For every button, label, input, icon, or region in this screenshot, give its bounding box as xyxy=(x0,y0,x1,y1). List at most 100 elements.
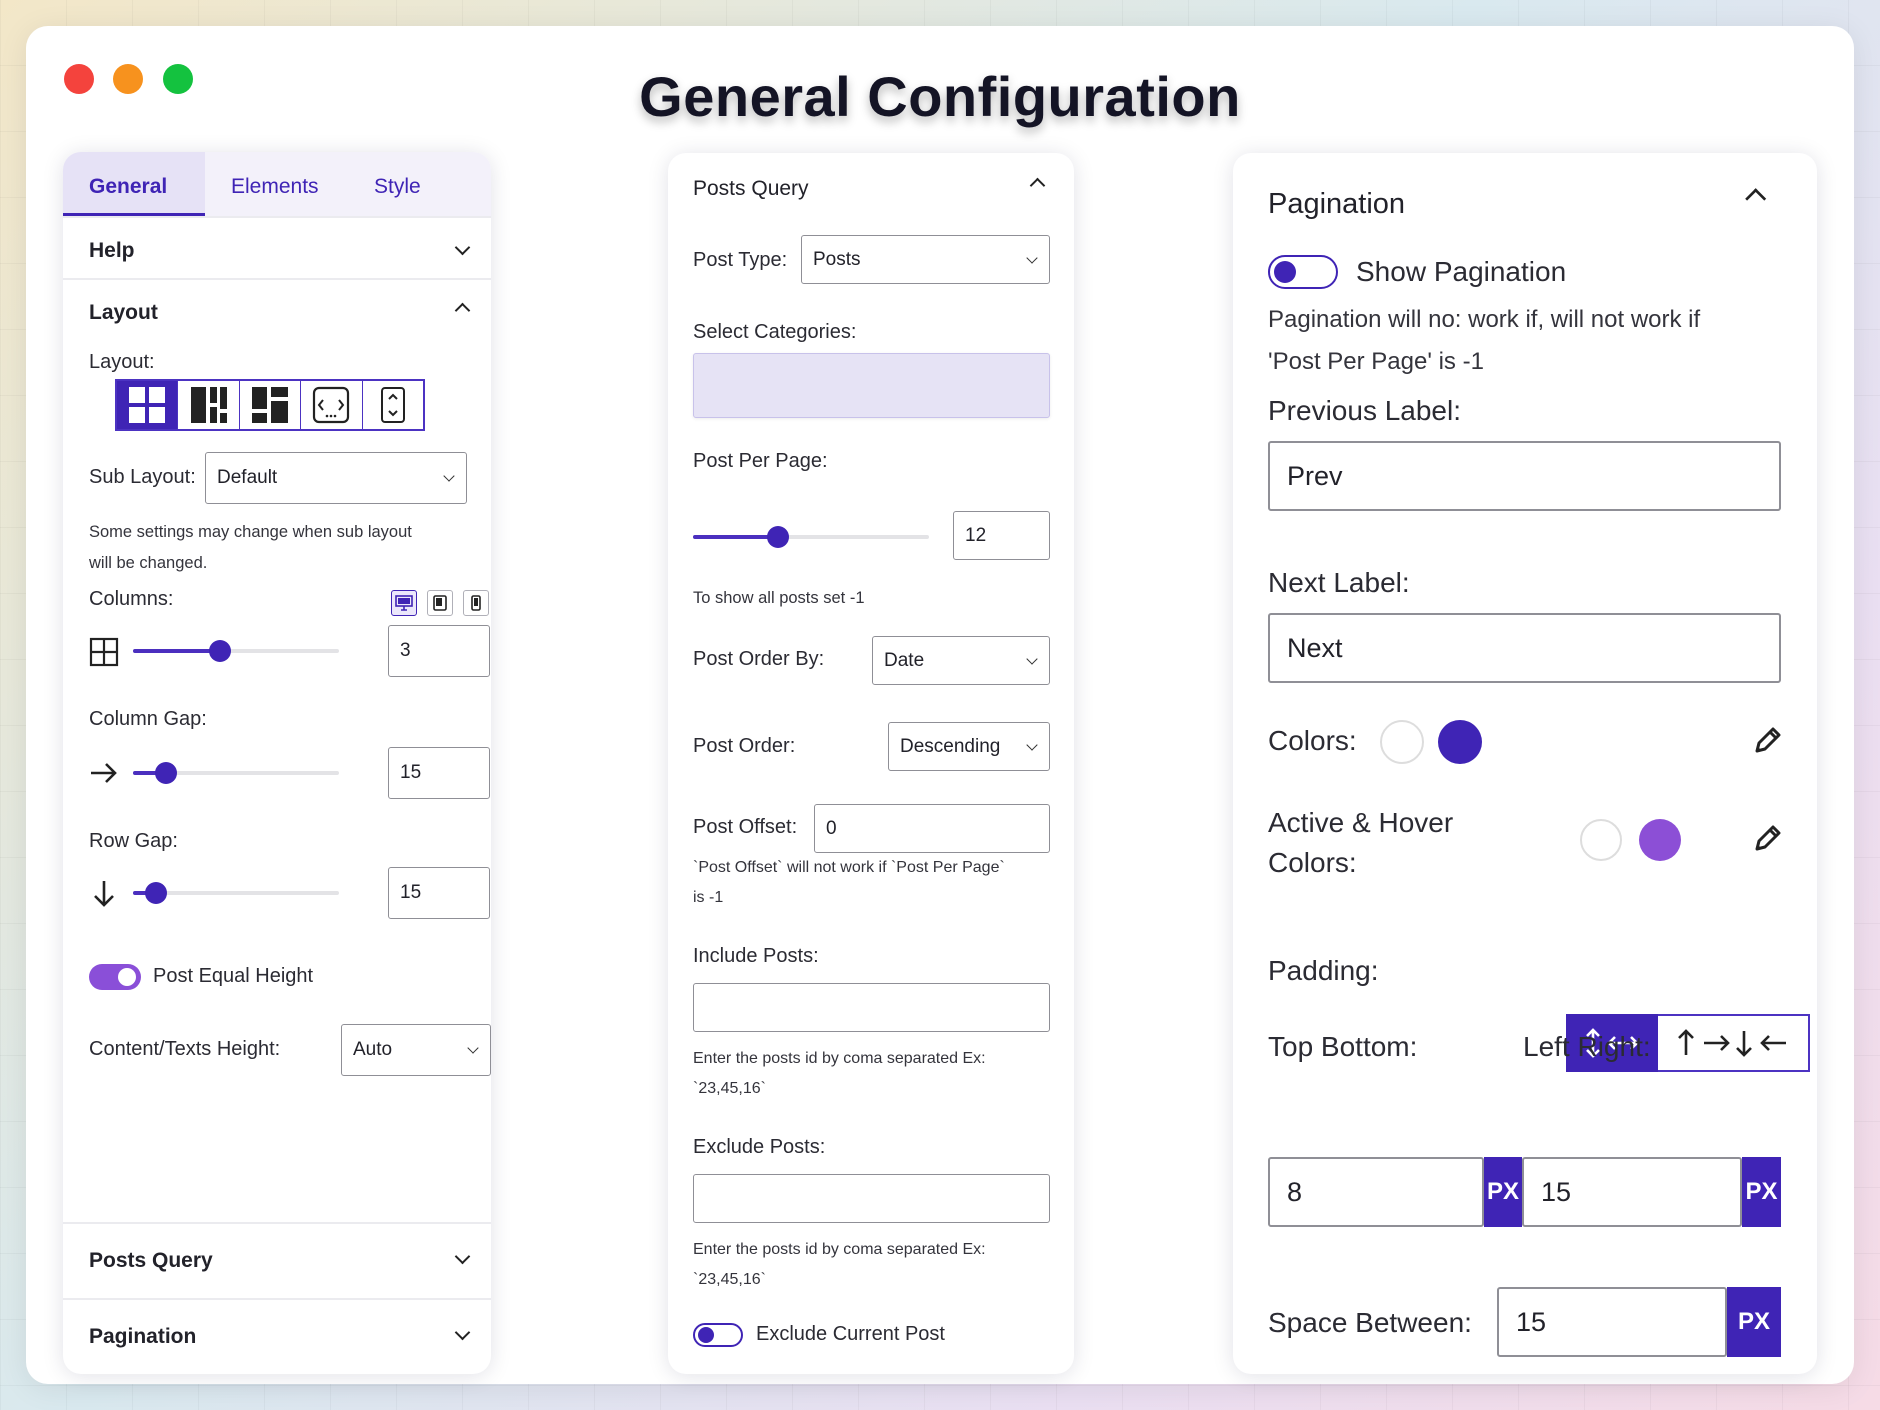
post-per-page-slider-knob[interactable] xyxy=(767,526,789,548)
padding-individual-button[interactable] xyxy=(1658,1014,1810,1072)
post-order-select[interactable]: Descending xyxy=(888,722,1050,771)
post-per-page-slider[interactable] xyxy=(693,526,929,548)
exclude-current-post-label: Exclude Current Post xyxy=(756,1323,945,1345)
post-order-by-select[interactable]: Date xyxy=(872,636,1050,685)
active-background-color-swatch[interactable] xyxy=(1639,819,1681,861)
content-height-select[interactable]: Auto xyxy=(341,1024,491,1076)
chevron-down-icon[interactable] xyxy=(455,1327,469,1341)
show-pagination-label: Show Pagination xyxy=(1356,256,1567,287)
chevron-down-icon xyxy=(1026,251,1038,264)
top-bottom-unit[interactable]: PX xyxy=(1484,1157,1522,1227)
space-between-label: Space Between: xyxy=(1268,1307,1472,1338)
categories-multiselect[interactable] xyxy=(693,353,1050,418)
row-gap-input[interactable]: 15 xyxy=(388,867,490,919)
column-gap-label: Column Gap: xyxy=(89,708,207,730)
exclude-current-post-toggle[interactable] xyxy=(693,1323,743,1347)
tablet-device-icon[interactable] xyxy=(427,590,453,616)
chevron-down-icon xyxy=(443,470,455,482)
tab-elements[interactable]: Elements xyxy=(231,175,319,199)
exclude-posts-note-line-1: Enter the posts id by coma separated Ex: xyxy=(693,1241,986,1258)
column-gap-slider-knob[interactable] xyxy=(155,762,177,784)
tab-style[interactable]: Style xyxy=(374,175,421,199)
post-offset-value: 0 xyxy=(826,817,837,839)
include-posts-input[interactable] xyxy=(693,983,1050,1032)
post-offset-note-line-2: is -1 xyxy=(693,889,724,906)
post-per-page-note: To show all posts set -1 xyxy=(693,589,865,607)
posts-query-header[interactable]: Posts Query xyxy=(693,177,809,201)
row-gap-slider-knob[interactable] xyxy=(145,882,167,904)
masonry-layout-icon[interactable] xyxy=(178,381,240,429)
sub-layout-select[interactable]: Default xyxy=(205,452,467,504)
pencil-icon[interactable] xyxy=(1751,723,1785,762)
left-right-value: 15 xyxy=(1541,1176,1572,1207)
post-type-select[interactable]: Posts xyxy=(801,235,1050,284)
show-pagination-toggle[interactable] xyxy=(1268,255,1338,289)
post-equal-height-toggle[interactable] xyxy=(89,964,141,990)
vertical-scroll-layout-icon[interactable] xyxy=(363,381,423,429)
include-posts-note-line-1: Enter the posts id by coma separated Ex: xyxy=(693,1050,986,1067)
text-color-swatch[interactable] xyxy=(1380,720,1424,764)
pagination-section-header[interactable]: Pagination xyxy=(89,1325,196,1349)
include-posts-note: Enter the posts id by coma separated Ex:… xyxy=(693,1044,986,1104)
exclude-posts-note: Enter the posts id by coma separated Ex:… xyxy=(693,1235,986,1295)
chevron-up-icon[interactable] xyxy=(455,300,469,314)
active-hover-label-line-1: Active & Hover xyxy=(1268,807,1454,838)
select-categories-label: Select Categories: xyxy=(693,321,857,343)
chevron-down-icon[interactable] xyxy=(455,1251,469,1265)
post-per-page-input[interactable]: 12 xyxy=(953,511,1050,560)
exclude-posts-input[interactable] xyxy=(693,1174,1050,1223)
active-hover-colors-label: Active & Hover Colors: xyxy=(1268,803,1453,883)
mobile-device-icon[interactable] xyxy=(463,590,489,616)
help-section-header[interactable]: Help xyxy=(89,239,135,263)
toggle-knob xyxy=(1274,261,1296,283)
pencil-icon[interactable] xyxy=(1751,821,1785,860)
chevron-up-icon[interactable] xyxy=(1030,175,1044,189)
active-hover-label-line-2: Colors: xyxy=(1268,847,1357,878)
tab-general[interactable]: General xyxy=(89,175,167,199)
left-right-unit[interactable]: PX xyxy=(1742,1157,1781,1227)
mixed-layout-icon[interactable] xyxy=(240,381,302,429)
background-color-swatch[interactable] xyxy=(1438,720,1482,764)
desktop-device-icon[interactable] xyxy=(391,590,417,616)
post-offset-input[interactable]: 0 xyxy=(814,804,1050,853)
columns-grid-icon xyxy=(89,637,119,672)
columns-input[interactable]: 3 xyxy=(388,625,490,677)
posts-query-section-header[interactable]: Posts Query xyxy=(89,1249,213,1273)
layout-selector xyxy=(115,379,425,431)
active-text-color-swatch[interactable] xyxy=(1580,819,1622,861)
space-between-unit[interactable]: PX xyxy=(1727,1287,1781,1357)
top-bottom-label: Top Bottom: xyxy=(1268,1031,1418,1062)
colors-label: Colors: xyxy=(1268,725,1357,756)
pagination-header[interactable]: Pagination xyxy=(1268,188,1405,221)
slider-layout-icon[interactable] xyxy=(301,381,363,429)
previous-label-input[interactable]: Prev xyxy=(1268,441,1781,511)
column-gap-input[interactable]: 15 xyxy=(388,747,490,799)
next-label-value: Next xyxy=(1287,632,1343,663)
include-posts-note-line-2: `23,45,16` xyxy=(693,1080,766,1097)
padding-label: Padding: xyxy=(1268,955,1379,986)
post-per-page-value: 12 xyxy=(965,524,987,546)
columns-slider-knob[interactable] xyxy=(209,640,231,662)
next-label-input[interactable]: Next xyxy=(1268,613,1781,683)
layout-section-header[interactable]: Layout xyxy=(89,301,158,325)
previous-label-value: Prev xyxy=(1287,460,1343,491)
chevron-down-icon[interactable] xyxy=(455,242,469,256)
post-type-value: Posts xyxy=(813,248,861,270)
left-right-input[interactable]: 15 xyxy=(1522,1157,1742,1227)
left-right-label: Left Right: xyxy=(1523,1031,1651,1062)
content-height-value: Auto xyxy=(353,1039,393,1060)
column-gap-slider[interactable] xyxy=(133,762,339,784)
post-order-by-value: Date xyxy=(884,649,925,671)
page-title: General Configuration xyxy=(639,65,1241,128)
chevron-up-icon[interactable] xyxy=(1746,185,1765,204)
sub-layout-note-line-1: Some settings may change when sub layout xyxy=(89,523,412,541)
exclude-posts-note-line-2: `23,45,16` xyxy=(693,1271,766,1288)
next-label-label: Next Label: xyxy=(1268,567,1410,598)
columns-slider[interactable] xyxy=(133,640,339,662)
row-gap-slider[interactable] xyxy=(133,882,339,904)
posts-query-panel: Posts Query Post Type: Posts Select Cate… xyxy=(668,153,1074,1374)
pagination-note: Pagination will no: work if, will not wo… xyxy=(1268,299,1700,383)
top-bottom-input[interactable]: 8 xyxy=(1268,1157,1484,1227)
space-between-input[interactable]: 15 xyxy=(1497,1287,1727,1357)
grid-layout-icon[interactable] xyxy=(117,381,179,429)
